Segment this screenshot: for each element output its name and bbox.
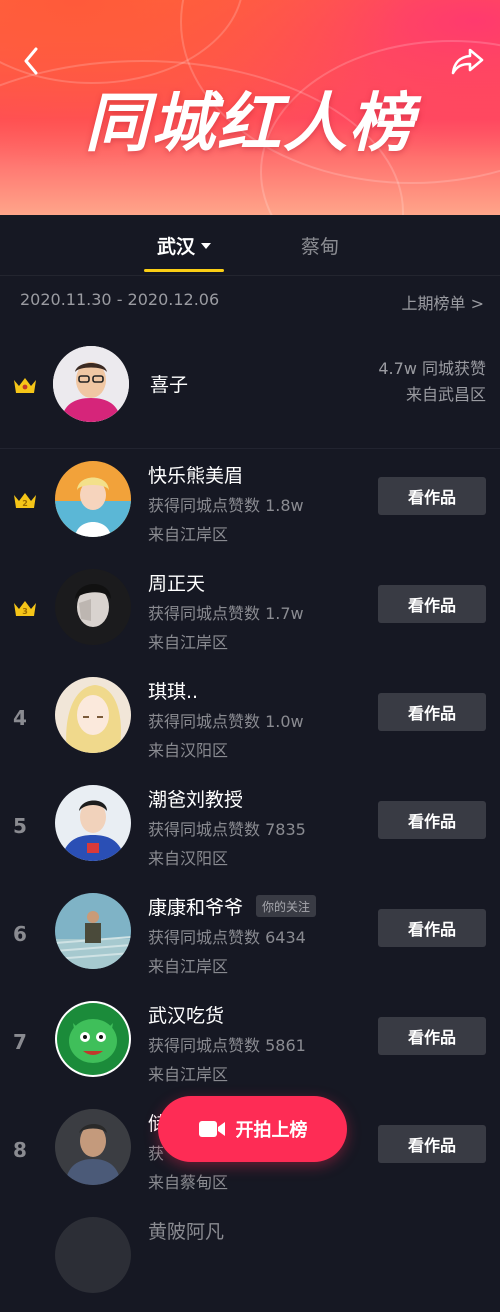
view-works-button[interactable]: 看作品 (378, 1125, 486, 1163)
avatar[interactable] (55, 461, 131, 537)
tab-caidian[interactable]: 蔡甸 (280, 215, 360, 275)
likes-count: 获得同城点赞数 7835 (148, 820, 306, 839)
avatar[interactable] (55, 1109, 131, 1185)
rank-number: 6 (13, 922, 27, 946)
rank-number: 7 (13, 1030, 27, 1054)
rank-row-2[interactable]: 2 快乐熊美眉 获得同城点赞数 1.8w 来自江岸区 看作品 (0, 448, 500, 556)
district: 来自江岸区 (148, 633, 229, 652)
chevron-left-icon (24, 47, 38, 75)
video-camera-icon (198, 1121, 225, 1137)
city-tabs: 武汉 蔡甸 (0, 215, 500, 276)
rank-row-7[interactable]: 7 武汉吃货 获得同城点赞数 5861 来自江岸区 看作品 (0, 988, 500, 1096)
crown-rank: 3 (22, 607, 28, 616)
view-works-button[interactable]: 看作品 (378, 801, 486, 839)
district: 来自汉阳区 (148, 849, 229, 868)
crown-icon: 2 (14, 493, 36, 508)
rank-row-3[interactable]: 3 周正天 获得同城点赞数 1.7w 来自江岸区 看作品 (0, 556, 500, 664)
rank-number: 8 (13, 1138, 27, 1162)
user-name: 喜子 (150, 374, 189, 396)
rank-number: 4 (13, 706, 27, 730)
start-shooting-button[interactable]: 开拍上榜 (158, 1096, 347, 1162)
crown-rank: 2 (22, 499, 28, 508)
user-name: 黄陂阿凡 (148, 1221, 225, 1243)
district: 来自汉阳区 (148, 741, 229, 760)
avatar[interactable] (55, 1217, 131, 1293)
view-works-button[interactable]: 看作品 (378, 585, 486, 623)
view-works-button[interactable]: 看作品 (378, 909, 486, 947)
date-range: 2020.11.30 - 2020.12.06 (20, 290, 220, 309)
avatar[interactable] (55, 677, 131, 753)
district: 来自江岸区 (148, 525, 229, 544)
user-name: 琪琪.. (148, 681, 199, 703)
avatar[interactable] (55, 569, 131, 645)
crown-icon: 3 (14, 601, 36, 616)
avatar[interactable] (55, 785, 131, 861)
user-name: 潮爸刘教授 (148, 789, 244, 811)
tab-label: 武汉 (156, 235, 195, 258)
user-name: 武汉吃货 (148, 1005, 225, 1027)
likes-count: 获得同城点赞数 1.8w (148, 496, 304, 515)
avatar[interactable] (55, 893, 131, 969)
view-works-button[interactable]: 看作品 (378, 1017, 486, 1055)
likes-count: 4.7w 同城获赞 (378, 359, 486, 378)
district: 来自江岸区 (148, 957, 229, 976)
caret-down-icon (201, 243, 211, 249)
first-stats: 4.7w 同城获赞 来自武昌区 (378, 356, 486, 408)
district: 来自江岸区 (148, 1065, 229, 1084)
view-works-button[interactable]: 看作品 (378, 693, 486, 731)
district: 来自蔡甸区 (148, 1173, 229, 1192)
active-tab-indicator (144, 269, 224, 272)
following-badge: 你的关注 (256, 895, 317, 917)
rank-number: 5 (13, 814, 27, 838)
fab-label: 开拍上榜 (235, 1120, 308, 1141)
rank-row-6[interactable]: 6 康康和爷爷 你的关注 获得同城点赞数 6434 来自江岸区 看作品 (0, 880, 500, 988)
likes-count: 获得同城点赞数 1.0w (148, 712, 304, 731)
avatar[interactable] (55, 1001, 131, 1077)
user-name: 康康和爷爷 (148, 897, 244, 919)
view-works-button[interactable]: 看作品 (378, 477, 486, 515)
avatar[interactable] (53, 346, 129, 422)
rank-row-4[interactable]: 4 琪琪.. 获得同城点赞数 1.0w 来自汉阳区 看作品 (0, 664, 500, 772)
hero-banner: 同城红人榜 (0, 0, 500, 215)
rank-row-5[interactable]: 5 潮爸刘教授 获得同城点赞数 7835 来自汉阳区 看作品 (0, 772, 500, 880)
crown-icon (14, 378, 36, 393)
rank-row-1[interactable]: 喜子 4.7w 同城获赞 来自武昌区 (0, 330, 500, 449)
district: 来自武昌区 (405, 385, 486, 404)
likes-count: 获得同城点赞数 5861 (148, 1036, 306, 1055)
tab-wuhan[interactable]: 武汉 (144, 215, 224, 275)
likes-count: 获得同城点赞数 6434 (148, 928, 306, 947)
previous-list-link[interactable]: 上期榜单 > (402, 290, 485, 314)
tab-label: 蔡甸 (300, 235, 339, 258)
likes-count: 获得同城点赞数 1.7w (148, 604, 304, 623)
page-title: 同城红人榜 (85, 87, 415, 161)
user-name: 快乐熊美眉 (148, 465, 244, 487)
rank-row-9[interactable]: 黄陂阿凡 (0, 1204, 500, 1312)
user-name: 周正天 (148, 573, 206, 595)
